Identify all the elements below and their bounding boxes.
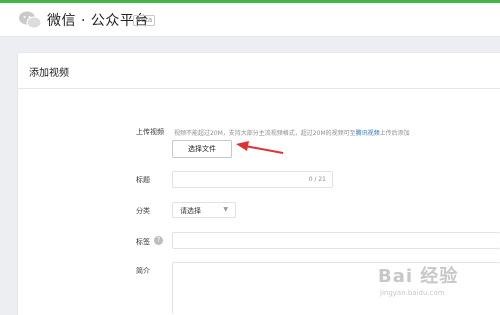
title-label: 标题 (136, 176, 150, 184)
baidu-jingyan-watermark: Bai 经验 (378, 266, 459, 287)
category-label: 分类 (136, 207, 150, 215)
title-char-counter: 0 / 21 (308, 176, 326, 183)
watermark-url: jingyan.baidu.com (380, 289, 445, 297)
tags-label: 标签 (136, 238, 150, 246)
help-icon[interactable]: ? (154, 236, 163, 245)
tags-input[interactable] (172, 232, 500, 249)
category-selected-value: 请选择 (180, 207, 201, 215)
category-select[interactable]: 请选择 ▼ (172, 202, 236, 218)
title-input[interactable]: 0 / 21 (172, 171, 333, 188)
chevron-down-icon: ▼ (223, 206, 228, 213)
intro-label: 简介 (136, 267, 150, 275)
